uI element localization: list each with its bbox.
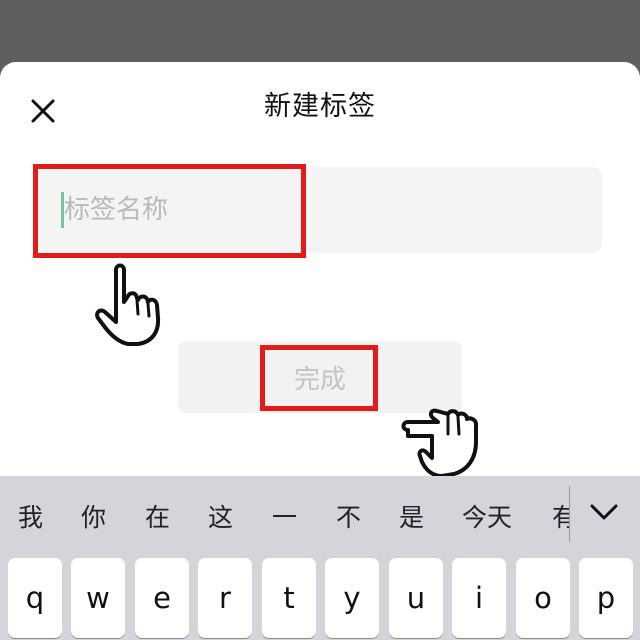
key-y[interactable]: y	[325, 558, 379, 638]
candidate-word[interactable]: 我	[18, 498, 43, 534]
done-highlight-box	[260, 345, 378, 411]
key-u[interactable]: u	[389, 558, 443, 638]
candidate-bar: 我 你 在 这 一 不 是 今天 有	[0, 476, 640, 556]
candidate-word[interactable]: 你	[81, 498, 106, 534]
input-highlight-box	[33, 164, 306, 258]
key-i[interactable]: i	[452, 558, 506, 638]
chevron-down-icon	[590, 504, 618, 520]
candidate-word[interactable]: 有	[552, 498, 569, 534]
key-p[interactable]: p	[579, 558, 633, 638]
key-o[interactable]: o	[516, 558, 570, 638]
candidate-word[interactable]: 在	[145, 498, 170, 534]
ime-keyboard: 我 你 在 这 一 不 是 今天 有 q w e r t y u i o p	[0, 476, 640, 640]
candidate-word[interactable]: 今天	[462, 498, 512, 534]
key-q[interactable]: q	[8, 558, 62, 638]
key-r[interactable]: r	[198, 558, 252, 638]
pointing-hand-icon	[401, 408, 479, 478]
dimmed-backdrop[interactable]	[0, 0, 640, 70]
candidate-word[interactable]: 一	[272, 498, 297, 534]
pointing-hand-icon	[95, 263, 161, 346]
candidate-divider	[569, 486, 570, 542]
candidate-word[interactable]: 不	[336, 498, 361, 534]
collapse-candidates-button[interactable]	[586, 498, 622, 526]
dialog-title: 新建标签	[264, 91, 376, 122]
key-e[interactable]: e	[135, 558, 189, 638]
key-t[interactable]: t	[262, 558, 316, 638]
candidate-word[interactable]: 这	[208, 498, 233, 534]
candidate-word[interactable]: 是	[399, 498, 424, 534]
key-w[interactable]: w	[71, 558, 125, 638]
